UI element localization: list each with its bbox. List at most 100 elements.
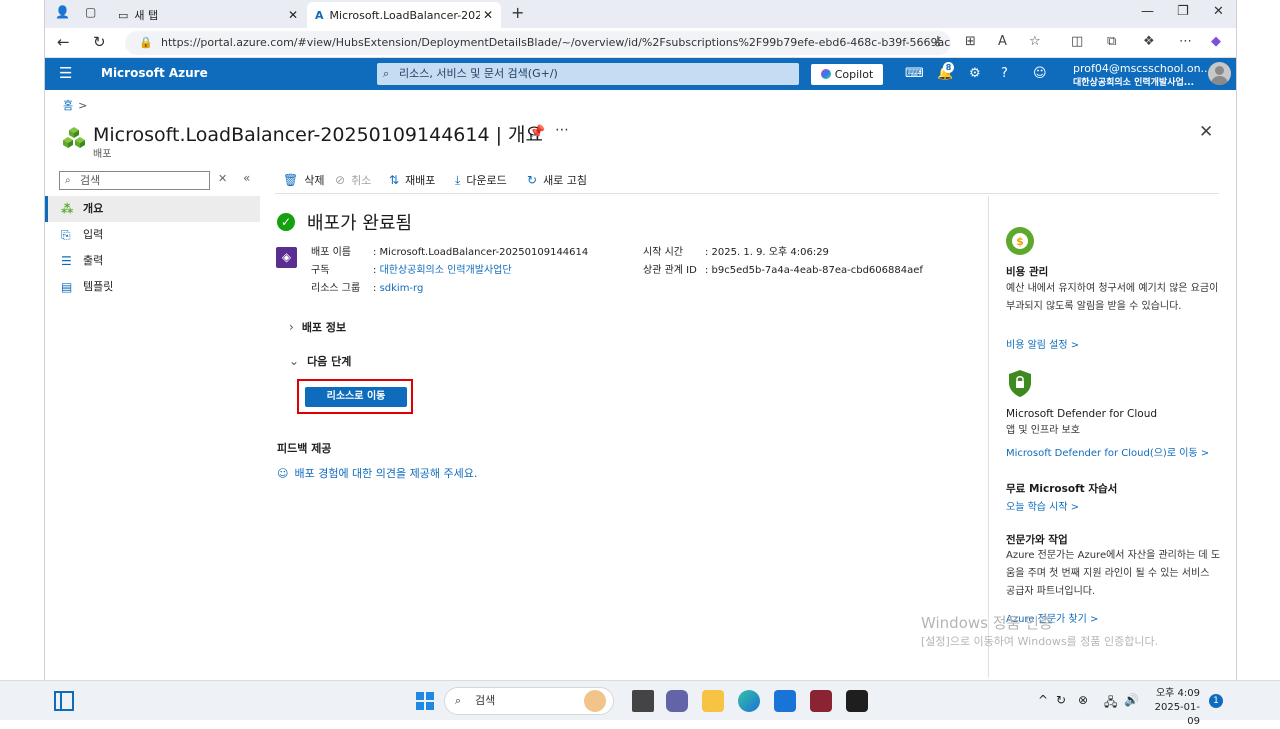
copilot-browser-icon[interactable]: ◆ xyxy=(1211,34,1221,49)
tab-label: Microsoft.LoadBalancer-20250109 xyxy=(329,8,480,22)
url-input[interactable]: 🔒 https://portal.azure.com/#view/HubsExt… xyxy=(125,31,951,55)
sidebar-search-input[interactable]: ⌕ 검색 xyxy=(59,171,210,190)
learn-link[interactable]: 오늘 학습 시작 > xyxy=(1006,498,1079,513)
global-search-input[interactable]: ⌕ 리소스, 서비스 및 문서 검색(G+/) xyxy=(377,63,799,85)
azure-top-bar: ☰ Microsoft Azure ⌕ 리소스, 서비스 및 문서 검색(G+/… xyxy=(45,58,1236,90)
terminal-icon[interactable] xyxy=(846,690,868,712)
apps-icon[interactable]: ⊞ xyxy=(965,34,976,49)
subscription-link[interactable]: 대한상공회의소 인력개발사업단 xyxy=(380,265,512,276)
deployment-details-toggle[interactable]: › 배포 정보 xyxy=(289,319,346,335)
learn-title: 무료 Microsoft 자습서 xyxy=(1006,483,1118,495)
breadcrumb: 홈 > xyxy=(63,97,87,113)
command-bar: 🗑 삭제 ⊘ 취소 ⇅ 재배포 ⤓ 다운로드 ↻ 새로 고침 xyxy=(275,170,1219,194)
widgets-icon[interactable] xyxy=(54,691,74,711)
page-title: Microsoft.LoadBalancer-20250109144614 | … xyxy=(93,124,543,146)
help-icon[interactable]: ? xyxy=(1001,66,1008,81)
collections-icon[interactable]: ⧉ xyxy=(1107,34,1116,49)
sidebar-item-overview[interactable]: ⁂ 개요 xyxy=(45,196,260,222)
extensions-icon[interactable]: ❖ xyxy=(1143,34,1155,49)
download-button[interactable]: ⤓ 다운로드 xyxy=(455,172,507,188)
tab-new[interactable]: ▭ 새 탭 ✕ xyxy=(110,2,306,28)
brand-link[interactable]: Microsoft Azure xyxy=(101,66,208,80)
minimize-icon[interactable]: — xyxy=(1141,4,1154,19)
redeploy-button[interactable]: ⇅ 재배포 xyxy=(389,172,435,188)
network-icon[interactable]: 🖧 xyxy=(1104,693,1117,714)
menu-icon[interactable]: ☰ xyxy=(59,64,72,82)
panel-divider xyxy=(988,196,989,678)
template-icon: ▤ xyxy=(61,280,73,294)
close-blade-icon[interactable]: ✕ xyxy=(1199,122,1213,142)
copilot-icon xyxy=(820,69,831,79)
next-steps-toggle[interactable]: ⌄ 다음 단계 xyxy=(289,353,351,369)
tab-actions-icon[interactable]: ▢ xyxy=(85,5,96,19)
detail-key: 배포 이름 xyxy=(311,247,351,258)
favorite-icon[interactable]: ☆ xyxy=(1029,34,1041,49)
snipping-tool-icon[interactable] xyxy=(810,690,832,712)
taskbar-search-placeholder: 검색 xyxy=(475,694,496,707)
store-icon[interactable] xyxy=(774,690,796,712)
start-button[interactable] xyxy=(416,692,434,710)
new-tab-button[interactable]: + xyxy=(511,3,524,22)
feedback-link[interactable]: ☺ 배포 경험에 대한 의견을 제공해 주세요. xyxy=(277,465,477,481)
account-email[interactable]: prof04@mscsschool.on... xyxy=(1073,62,1211,75)
shield-icon xyxy=(1009,370,1031,397)
expert-text: Azure 전문가는 Azure에서 자산을 관리하는 데 도움을 주며 첫 번… xyxy=(1006,550,1221,597)
file-explorer-icon[interactable] xyxy=(702,690,724,712)
clear-search-icon[interactable]: ✕ xyxy=(218,172,227,185)
task-view-icon[interactable] xyxy=(632,690,654,712)
cloud-shell-icon[interactable]: ⌨ xyxy=(905,66,924,81)
defender-link[interactable]: Microsoft Defender for Cloud(으)로 이동 > xyxy=(1006,444,1209,459)
breadcrumb-home[interactable]: 홈 xyxy=(63,99,73,112)
sidebar-item-outputs[interactable]: ☰ 출력 xyxy=(45,248,260,274)
download-label: 다운로드 xyxy=(466,174,507,187)
chevron-up-icon[interactable]: ^ xyxy=(1038,693,1048,707)
redeploy-label: 재배포 xyxy=(405,174,436,187)
close-tab-icon[interactable]: ✕ xyxy=(288,8,298,22)
copilot-label: Copilot xyxy=(834,68,874,81)
sync-icon[interactable]: ↻ xyxy=(1056,693,1066,707)
copilot-button[interactable]: Copilot xyxy=(811,64,883,85)
security-icon[interactable]: ⊗ xyxy=(1078,693,1088,707)
delete-button[interactable]: 🗑 삭제 xyxy=(283,172,324,188)
resource-group-link[interactable]: sdkim-rg xyxy=(380,283,424,294)
go-to-resource-button[interactable]: 리소스로 이동 xyxy=(305,387,407,407)
sidebar-item-inputs[interactable]: ⎘ 입력 xyxy=(45,222,260,248)
teams-icon[interactable] xyxy=(666,690,688,712)
refresh-button[interactable]: ↻ 새로 고침 xyxy=(527,172,587,188)
deployment-cubes-icon xyxy=(63,127,85,148)
search-highlight-icon[interactable] xyxy=(584,690,606,712)
feedback-icon[interactable]: ☺ xyxy=(1033,66,1047,81)
volume-icon[interactable]: 🔊 xyxy=(1124,693,1139,707)
profile-icon[interactable]: 👤 xyxy=(55,5,70,19)
tab-azure[interactable]: A Microsoft.LoadBalancer-20250109 ✕ xyxy=(307,2,501,28)
sidebar-item-label: 개요 xyxy=(83,202,104,215)
account-org[interactable]: 대한상공회의소 인력개발사업... xyxy=(1073,75,1194,88)
close-tab-icon[interactable]: ✕ xyxy=(483,8,493,22)
close-window-icon[interactable]: ✕ xyxy=(1213,4,1224,19)
restore-icon[interactable]: ❐ xyxy=(1177,4,1189,19)
sidebar-item-label: 출력 xyxy=(83,254,104,267)
cancel-button[interactable]: ⊘ 취소 xyxy=(335,172,371,188)
more-options-icon[interactable]: ⋯ xyxy=(555,122,569,138)
taskbar: ⌕ 검색 ^ ↻ ⊗ 🖧 🔊 오후 4:09 2025-01-09 1 xyxy=(0,680,1280,727)
key-icon[interactable]: ⚷ xyxy=(933,34,943,49)
sidebar-item-template[interactable]: ▤ 템플릿 xyxy=(45,274,260,300)
clock[interactable]: 오후 4:09 2025-01-09 xyxy=(1146,687,1200,729)
collapse-sidebar-icon[interactable]: « xyxy=(243,171,250,185)
detail-key: 상관 관계 ID xyxy=(643,265,697,276)
pin-icon[interactable]: 📌 xyxy=(529,125,545,140)
avatar[interactable] xyxy=(1208,62,1231,85)
cost-alert-link[interactable]: 비용 알림 설정 > xyxy=(1006,336,1079,351)
more-menu-icon[interactable]: ⋯ xyxy=(1179,34,1192,49)
detail-value: : b9c5ed5b-7a4a-4eab-87ea-cbd606884aef xyxy=(705,265,923,276)
read-aloud-icon[interactable]: A xyxy=(998,34,1007,49)
reload-icon[interactable]: ↻ xyxy=(93,33,106,51)
detail-key: 리소스 그룹 xyxy=(311,283,361,294)
back-icon[interactable]: ← xyxy=(57,33,70,51)
chevron-down-icon: ⌄ xyxy=(289,354,300,368)
settings-icon[interactable]: ⚙ xyxy=(969,66,981,81)
notification-badge[interactable]: 1 xyxy=(1209,694,1223,708)
notification-badge: 8 xyxy=(943,62,954,73)
edge-icon[interactable] xyxy=(738,690,760,712)
split-screen-icon[interactable]: ◫ xyxy=(1071,34,1083,49)
